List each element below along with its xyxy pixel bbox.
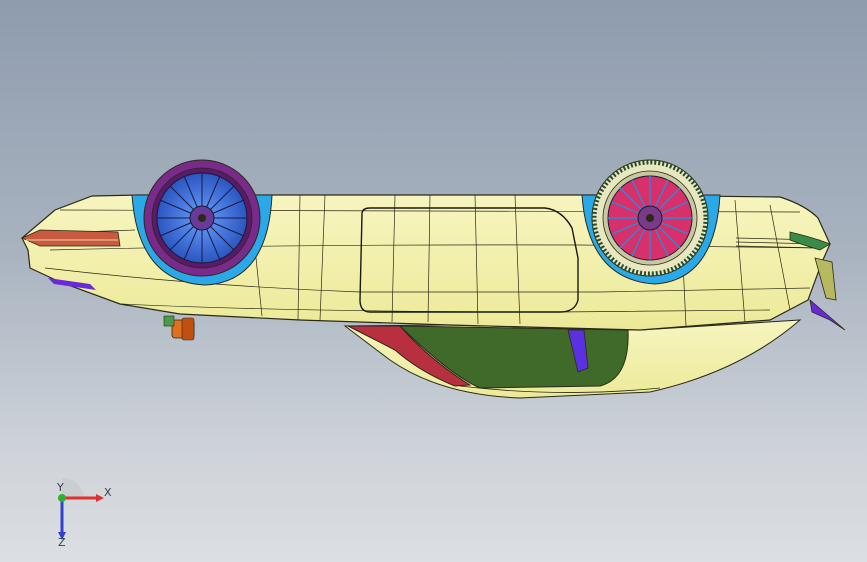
- orange-part: [163, 315, 195, 341]
- y-axis: [58, 494, 66, 502]
- car-model-view[interactable]: [0, 0, 867, 562]
- cad-viewport[interactable]: X Y Z: [0, 0, 867, 562]
- underbody[interactable]: [343, 319, 802, 399]
- x-axis-label: X: [104, 486, 112, 499]
- coordinate-triad: X Y Z: [56, 478, 112, 548]
- y-axis-label: Y: [56, 481, 64, 494]
- front-trim: [809, 298, 846, 331]
- taillight: [21, 229, 121, 247]
- z-axis-label: Z: [58, 536, 66, 548]
